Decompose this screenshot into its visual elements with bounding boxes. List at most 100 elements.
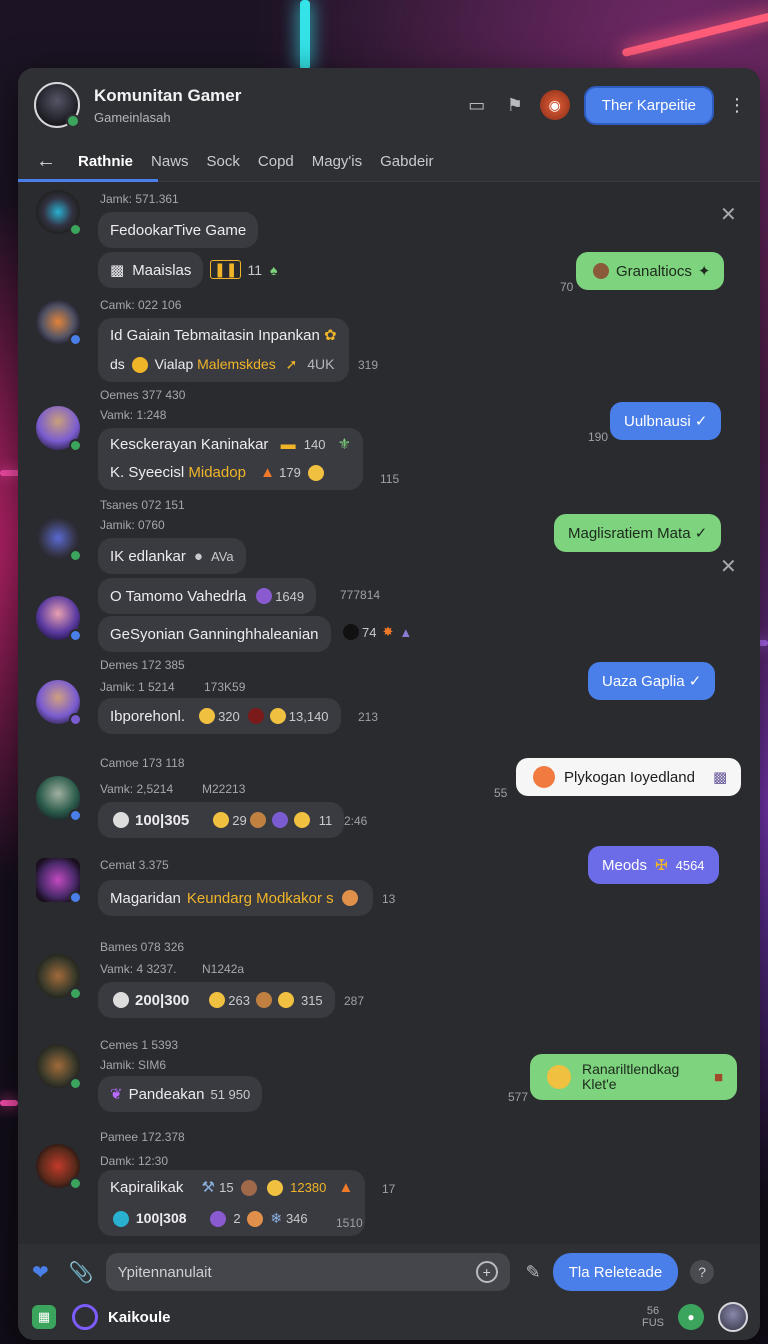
reaction-count: 263 [228,992,250,1008]
tab-magyis[interactable]: Magy'is [312,153,362,170]
avatar[interactable] [36,858,82,904]
header-action-button[interactable]: Ther Karpeitie [583,85,714,125]
outgoing-bubble[interactable]: Ranariltlendkag Klet'e ■ [530,1054,738,1100]
message-text: Uaza Gaplia ✓ [602,673,702,690]
mask-icon[interactable]: ◉ [539,90,570,120]
user-avatar[interactable] [718,1302,748,1332]
message-text: Meods [602,856,648,874]
title-block: Komunitan Gamer Gameinlasah [94,86,452,125]
outgoing-bubble[interactable]: Uulbnausi ✓ [610,402,722,440]
message-bubble[interactable]: O Tamomo Vahedrla 1649 [98,578,317,614]
back-arrow-icon[interactable]: ← [36,150,56,173]
reaction-count: 74 [362,624,377,640]
attach-icon[interactable]: 📎 [69,1260,94,1285]
more-options-icon[interactable]: ⋮ [728,95,746,116]
smiley-icon [533,766,555,788]
plus-icon[interactable]: + [475,1261,498,1283]
message-bubble[interactable]: GeSyonian Ganninghhaleanian [98,616,331,652]
message-meta: Jamik: 0760 [100,518,165,532]
message-input[interactable]: Ypitennanulait + [105,1253,510,1291]
neon-light-bottom [0,1100,18,1106]
status-badge [69,1077,82,1090]
outgoing-bubble[interactable]: Uaza Gaplia ✓ [588,662,716,700]
notification-icon[interactable]: ⚑ [502,92,528,118]
message-bubble[interactable]: Ibporehonl. 320 13,140 [98,698,341,734]
pen-icon[interactable]: ✎ [526,1262,541,1283]
message-bubble[interactable]: Kapiralikak ⚒ 15 12380 ▲ 100|308 2 ❄ 346 [98,1170,366,1236]
reaction-row[interactable]: 74 ✸ ▲ [340,624,412,640]
cookie-icon [247,1210,264,1227]
avatar[interactable] [36,190,82,236]
avatar[interactable] [36,776,82,822]
group-avatar[interactable] [34,82,80,128]
message-meta: N1242a [202,962,245,976]
message-meta: Vamk: 1:248 [100,408,167,422]
tab-copd[interactable]: Copd [258,153,294,170]
message-bubble[interactable]: 200|300 263 315 [98,982,335,1018]
avatar[interactable] [36,1144,82,1190]
face-icon [240,1179,257,1196]
message-bubble[interactable]: Id Gaiain Tebmaitasin Inpankan ✿ ds Vial… [98,318,349,382]
burger-icon [255,992,272,1008]
avatar[interactable] [36,1044,82,1090]
smiley-icon [269,708,286,724]
tab-gabdeir[interactable]: Gabdeir [380,153,433,170]
chat-window: Komunitan Gamer Gameinlasah ▭ ⚑ ◉ Ther K… [18,68,760,1340]
message-meta: Camk: 022 106 [100,298,182,312]
smiley-icon [199,708,216,724]
sticker-icon[interactable]: ❤ [32,1260,49,1285]
game-controller-icon[interactable]: ▦ [32,1305,56,1329]
feather-icon: ❦ [110,1086,123,1103]
reaction-row[interactable]: ❚❚ 11 ♠ [210,260,277,279]
message-bubble[interactable]: FedookarTive Game [98,212,259,248]
status-ring-icon[interactable] [72,1304,98,1330]
avatar[interactable] [36,680,82,726]
avatar[interactable] [36,300,82,346]
outgoing-bubble[interactable]: Maglisratiem Mata ✓ [554,514,722,552]
message-bubble[interactable]: ▩ Maaislas [98,252,204,288]
tab-rathnie[interactable]: Rathnie [78,153,133,170]
avatar[interactable] [36,516,82,562]
message-text: Vialap [154,356,194,372]
reaction-count: 4564 [675,857,705,873]
reaction-count: 315 [300,992,323,1008]
reaction-count: 346 [285,1210,308,1226]
message-text: Plykogan Ioyedland [564,768,695,786]
message-list[interactable]: Jamk: 571.361 FedookarTive Game ▩ Maaisl… [18,182,760,1244]
message-bubble[interactable]: ❦ Pandeakan 51 950 [98,1076,263,1112]
message-count: 17 [382,1182,396,1196]
send-button[interactable]: Tla Releteade [552,1253,679,1291]
tab-sock[interactable]: Sock [207,153,240,170]
tab-naws[interactable]: Naws [151,153,189,170]
message-meta: Jamik: SIM6 [100,1058,167,1072]
outgoing-bubble[interactable]: Granaltiocs ✦ [576,252,725,290]
message-meta: Jamk: 571.361 [100,192,179,206]
message-count: 577 [508,1090,529,1104]
close-icon[interactable]: ✕ [720,202,737,227]
burger-icon: ▬ [280,436,296,453]
reaction-count: 2 [233,1210,241,1226]
bomb-icon: ● [193,547,203,565]
message-bubble[interactable]: 100|305 29 11 [98,802,345,838]
avatar[interactable] [36,406,82,452]
message-count: 213 [358,710,379,724]
online-dot [66,114,80,128]
alien-icon[interactable]: ● [678,1304,704,1330]
message-bubble[interactable]: Kesckerayan Kaninakar ▬ 140 ⚜ K. Syeecis… [98,428,364,490]
outgoing-bubble[interactable]: Plykogan Ioyedland ▩ [516,758,742,796]
avatar[interactable] [36,596,82,642]
avatar[interactable] [36,954,82,1000]
status-badge [69,987,82,1000]
chat-bubble-icon[interactable]: ▭ [464,92,490,118]
close-icon[interactable]: ✕ [720,554,737,579]
chat-header: Komunitan Gamer Gameinlasah ▭ ⚑ ◉ Ther K… [18,68,760,142]
reaction-count: 51 950 [210,1086,251,1102]
help-icon[interactable]: ? [690,1260,715,1284]
dark-orb-icon [247,708,264,724]
reaction-count: 29 [232,812,247,828]
outgoing-bubble[interactable]: Meods ✠ 4564 [588,846,719,884]
message-bubble[interactable]: Magaridan Keundarg Modkakor s [98,880,373,916]
message-bubble[interactable]: IK edlankar ● AVa [98,538,246,574]
reaction-count: 15 [219,1179,234,1195]
message-text: Kesckerayan Kaninakar [110,436,269,453]
